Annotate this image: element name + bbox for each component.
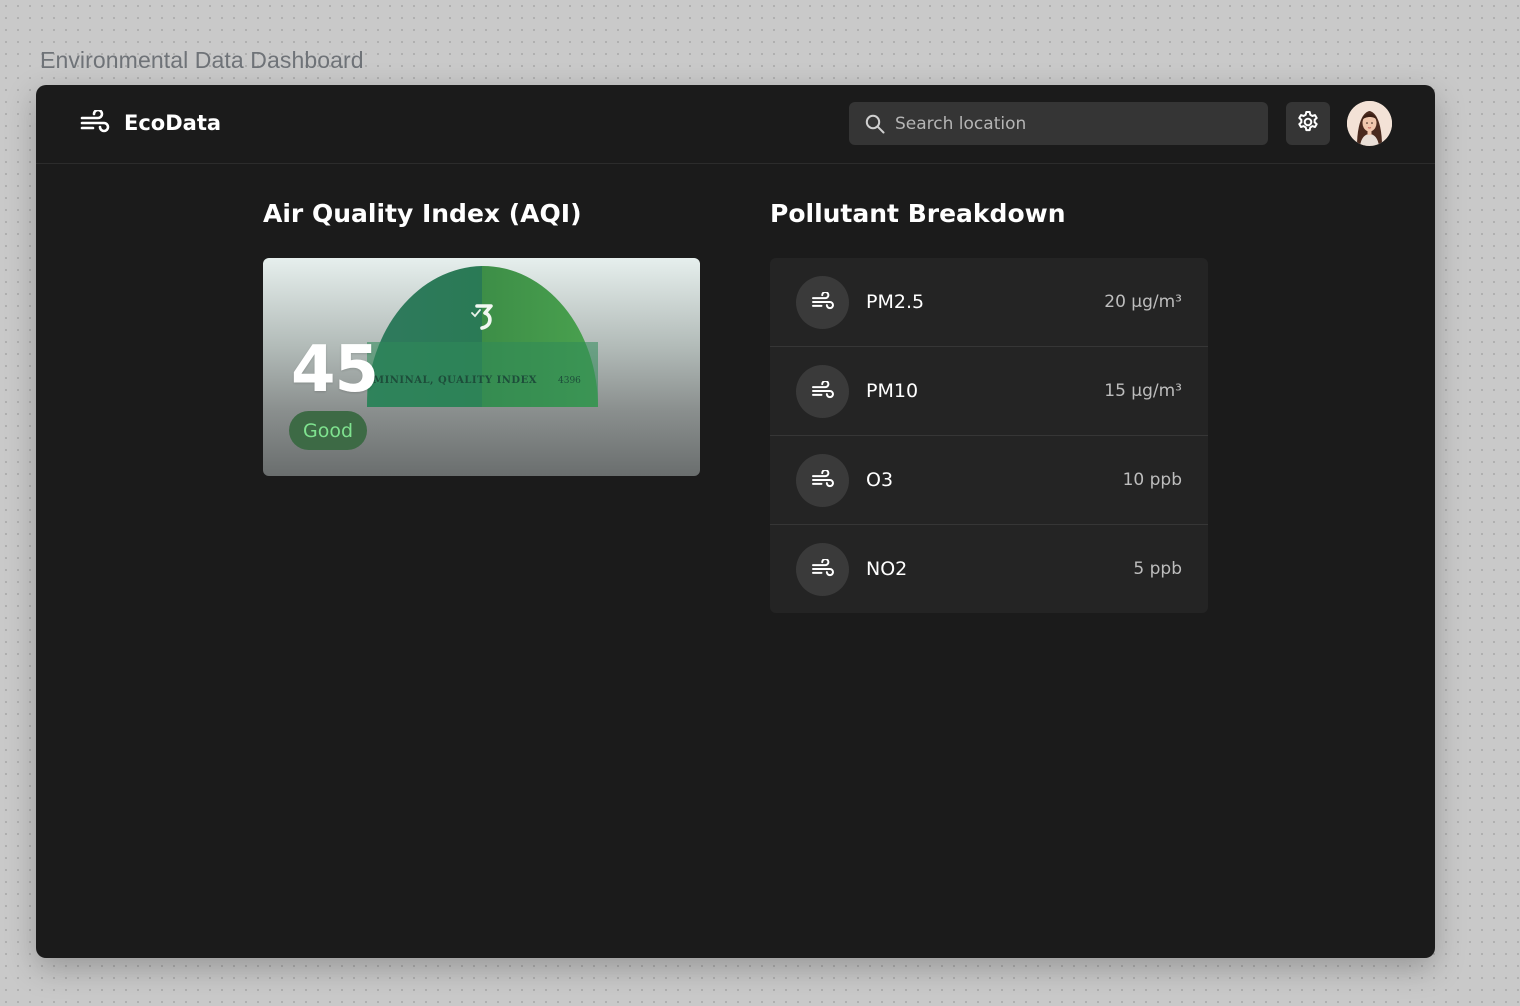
- user-avatar[interactable]: [1347, 101, 1392, 146]
- pollutant-row-pm10[interactable]: PM10 15 µg/m³: [770, 347, 1208, 436]
- wind-icon: [796, 453, 849, 507]
- gauge-label: MININAL, QUALITY INDEX: [373, 375, 537, 386]
- app-name: EcoData: [124, 111, 222, 135]
- pollutant-list: PM2.5 20 µg/m³ PM10 15 µg/m³ O3 10 ppb N…: [770, 258, 1208, 613]
- search-icon: [864, 113, 886, 135]
- wind-icon: [796, 275, 849, 329]
- pollutant-name: PM10: [866, 380, 919, 402]
- pollutant-name: NO2: [866, 558, 908, 580]
- pollutant-value: 5 ppb: [1133, 559, 1182, 579]
- gauge-number: 4396: [558, 376, 581, 386]
- pollutant-name: PM2.5: [866, 291, 925, 313]
- search-input[interactable]: [893, 112, 1257, 135]
- pollutant-row-pm25[interactable]: PM2.5 20 µg/m³: [770, 258, 1208, 347]
- pollutant-section-title: Pollutant Breakdown: [770, 199, 1066, 228]
- pollutant-value: 20 µg/m³: [1104, 292, 1182, 312]
- brand[interactable]: EcoData: [80, 110, 221, 136]
- pollutant-value: 10 ppb: [1122, 470, 1182, 490]
- canvas-title: Environmental Data Dashboard: [40, 47, 364, 73]
- pollutant-row-o3[interactable]: O3 10 ppb: [770, 436, 1208, 525]
- aqi-card: MININAL, QUALITY INDEX 4396 45 Good: [263, 258, 700, 476]
- aqi-value: 45: [291, 333, 379, 407]
- settings-button[interactable]: [1286, 102, 1330, 145]
- pollutant-row-no2[interactable]: NO2 5 ppb: [770, 525, 1208, 613]
- dashboard-window: EcoData Search location Air Quality Inde…: [36, 85, 1435, 958]
- gear-icon: [1296, 110, 1320, 138]
- search-bar[interactable]: [849, 102, 1268, 145]
- aqi-status-badge: Good: [289, 411, 368, 450]
- wind-icon: [80, 110, 110, 136]
- wind-icon: [796, 364, 849, 418]
- wind-icon: [796, 542, 849, 596]
- pollutant-value: 15 µg/m³: [1104, 381, 1182, 401]
- top-bar: EcoData: [36, 85, 1435, 164]
- pollutant-name: O3: [866, 469, 894, 491]
- aqi-section-title: Air Quality Index (AQI): [263, 199, 582, 228]
